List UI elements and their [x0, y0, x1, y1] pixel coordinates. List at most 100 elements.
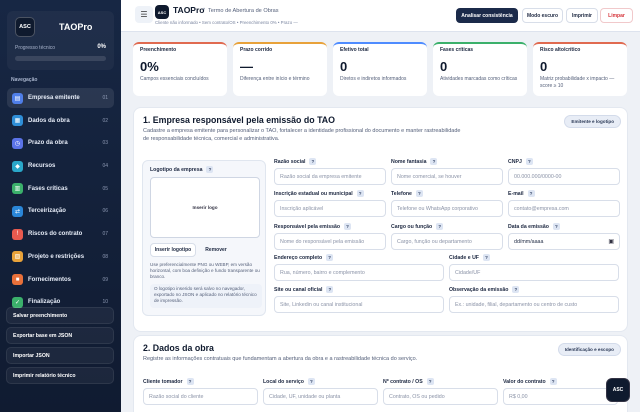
input-field[interactable]: Contrato, OS ou pedido [383, 388, 498, 405]
metric-card: Preenchimento 0% Campos essenciais concluí… [133, 42, 227, 96]
help-icon[interactable]: ? [482, 254, 490, 261]
help-icon[interactable]: ? [527, 190, 535, 197]
progress-label: Progresso técnico [15, 45, 56, 51]
metric-value: — [240, 59, 253, 74]
sidebar-item-label: Fornecimentos [28, 276, 72, 283]
sidebar-item[interactable]: ! Riscos do contrato 07 [7, 224, 114, 244]
sidebar-item[interactable]: ▥ Fases críticas 05 [7, 179, 114, 199]
clipboard-icon: ▦ [12, 115, 23, 127]
field-label: CNPJ? [508, 158, 533, 165]
help-icon[interactable]: ? [326, 254, 334, 261]
topbar-logo: ASC [155, 5, 169, 19]
clock-icon: ◷ [12, 137, 23, 149]
sidebar-item[interactable]: ▤ Empresa emitente 01 [7, 88, 114, 108]
box-icon: ■ [12, 274, 23, 285]
help-icon[interactable]: ? [344, 223, 352, 230]
metric-label: Risco alto/crítico [540, 47, 581, 53]
help-icon[interactable]: ? [309, 158, 317, 165]
analyze-button[interactable]: Analisar consistência [456, 8, 518, 23]
metric-card: Prazo corrido — Diferença entre início e t… [233, 42, 327, 96]
field-label-text: Cargo ou função [391, 224, 433, 230]
help-icon[interactable]: ? [426, 378, 434, 385]
help-icon[interactable]: ? [186, 378, 194, 385]
input-field[interactable]: Nome comercial, se houver [391, 168, 503, 185]
section-chip[interactable]: Emitente e logotipo [564, 115, 621, 128]
field-label-text: Inscrição estadual ou municipal [274, 191, 353, 197]
print-button[interactable]: Imprimir [566, 8, 598, 23]
help-icon[interactable]: ? [430, 158, 438, 165]
sidebar-item-label: Prazo da obra [28, 140, 68, 147]
sidebar-item-label: Recursos [28, 163, 56, 170]
insert-logo-button[interactable]: Inserir logotipo [150, 243, 196, 257]
input-field[interactable]: Cidade/UF [449, 264, 619, 281]
sidebar-item[interactable]: ◷ Prazo da obra 03 [7, 133, 114, 153]
section-title: 1. Empresa responsável pela emissão do T… [143, 115, 335, 125]
help-icon[interactable]: ? [206, 166, 214, 173]
field-label-text: Valor do contrato [503, 379, 546, 385]
input-field[interactable]: R$ 0,00 [503, 388, 618, 405]
input-field[interactable]: Rua, número, bairro e complemento [274, 264, 444, 281]
sidebar-item[interactable]: ◆ Recursos 04 [7, 156, 114, 176]
input-field[interactable]: Telefone ou WhatsApp corporativo [391, 200, 503, 217]
floating-logo-button[interactable]: ASC [606, 378, 630, 402]
help-icon[interactable]: ? [525, 158, 533, 165]
sidebar-item[interactable]: ⇄ Terceirização 06 [7, 201, 114, 221]
help-icon[interactable]: ? [415, 190, 423, 197]
calendar-icon[interactable]: ▣ [608, 238, 614, 245]
field-label-text: Cidade e UF [449, 255, 479, 261]
input-field[interactable]: 00.000.000/0000-00 [508, 168, 620, 185]
help-icon[interactable]: ? [326, 286, 334, 293]
dark-mode-button[interactable]: Modo escuro [522, 8, 563, 23]
logo-dropzone[interactable]: Inserir logo [150, 177, 260, 238]
print-report-button[interactable]: Imprimir relatório técnico [6, 367, 114, 384]
input-field[interactable]: Nome do responsável pela emissão [274, 233, 386, 250]
field-label-text: CNPJ [508, 159, 522, 165]
sidebar-item[interactable]: ▦ Dados da obra 02 [7, 111, 114, 131]
help-icon[interactable]: ? [552, 223, 560, 230]
input-field[interactable]: Razão social da empresa emitente [274, 168, 386, 185]
metric-label: Preenchimento [140, 47, 177, 53]
chart-icon: ▥ [12, 183, 23, 195]
input-field[interactable]: Inscrição aplicável [274, 200, 386, 217]
field-label: Razão social? [274, 158, 317, 165]
input-field[interactable]: Site, Linkedin ou canal institucional [274, 296, 444, 313]
help-icon[interactable]: ? [512, 286, 520, 293]
clear-button[interactable]: Limpar [600, 8, 633, 23]
field-label-text: Responsável pela emissão [274, 224, 341, 230]
export-json-button[interactable]: Exportar base em JSON [6, 327, 114, 344]
metric-value: 0 [440, 59, 448, 74]
help-icon[interactable]: ? [549, 378, 557, 385]
metric-description: Diretos e indiretos informados [340, 76, 407, 82]
help-icon[interactable]: ? [307, 378, 315, 385]
sidebar-item-number: 02 [102, 117, 108, 124]
field-label: Responsável pela emissão? [274, 223, 352, 230]
input-field[interactable]: Cargo, função ou departamento [391, 233, 503, 250]
sidebar-item[interactable]: ■ Fornecimentos 09 [7, 270, 114, 290]
input-field[interactable]: dd/mm/aaaa ▣ [508, 233, 620, 250]
help-icon[interactable]: ? [436, 223, 444, 230]
remove-logo-button[interactable]: Remover [200, 243, 232, 257]
input-field[interactable]: Ex.: unidade, filial, departamento ou ce… [449, 296, 619, 313]
metric-label: Fases críticas [440, 47, 474, 53]
menu-toggle-button[interactable]: ☰ [135, 6, 153, 23]
input-field[interactable]: Razão social do cliente [143, 388, 258, 405]
section-title: 2. Dados da obra [143, 343, 214, 353]
sidebar-item-label: Empresa emitente [28, 95, 80, 101]
sidebar-item[interactable]: ▧ Projeto e restrições 08 [7, 247, 114, 267]
sidebar-item-label: Finalização [28, 299, 61, 306]
section-chip[interactable]: Identificação e escopo [557, 343, 621, 356]
logo-label-text: Logotipo da empresa [150, 167, 203, 173]
section-description: Cadastre a empresa emitente para persona… [143, 128, 461, 142]
sidebar-item-label: Riscos do contrato [28, 231, 83, 238]
input-field[interactable]: Cidade, UF, unidade ou planta [263, 388, 378, 405]
sidebar-item-number: 03 [102, 140, 108, 147]
help-icon[interactable]: ? [356, 190, 364, 197]
input-field[interactable]: contato@empresa.com [508, 200, 620, 217]
field-label: E-mail? [508, 190, 535, 197]
save-button[interactable]: Salvar preenchimento [6, 307, 114, 324]
import-json-button[interactable]: Importar JSON [6, 347, 114, 364]
field-label: Data da emissão? [508, 223, 560, 230]
sidebar-item-number: 09 [102, 276, 108, 283]
sidebar-item-number: 08 [102, 253, 108, 260]
handshake-icon: ⇄ [12, 205, 23, 217]
